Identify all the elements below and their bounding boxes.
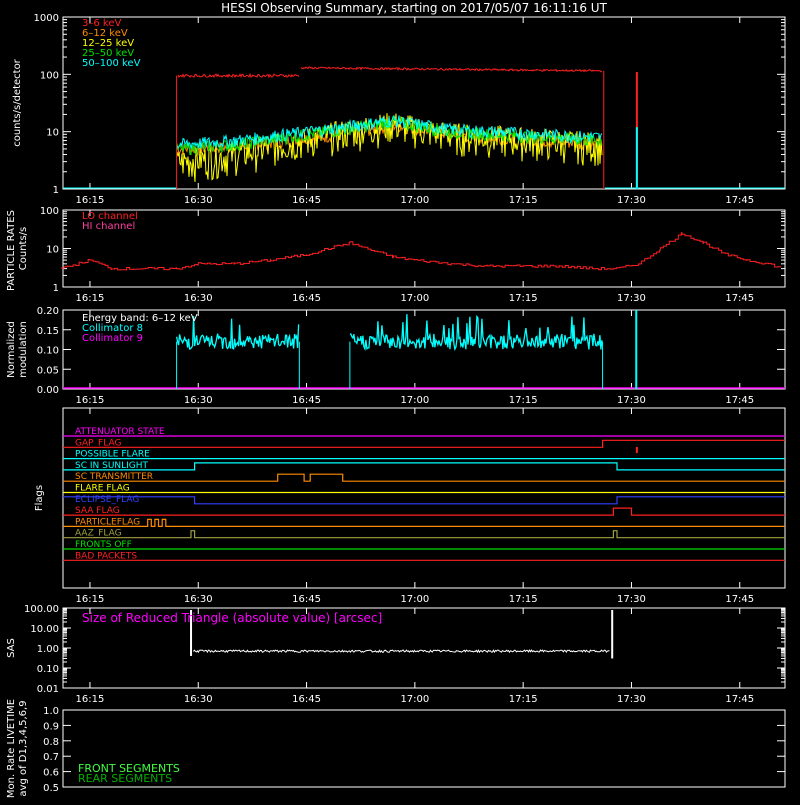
sas-ytick-label: 100.00 (24, 604, 59, 615)
livetime-ytick-label: 0.5 (43, 783, 59, 794)
livetime-legend-rear: REAR SEGMENTS (78, 772, 172, 785)
counts-ytick-label: 100 (40, 70, 59, 81)
sas-ylabel: SAS (6, 638, 17, 658)
modulation-xtick-label: 17:00 (400, 395, 429, 406)
particle-legend-item: HI channel (82, 221, 135, 232)
flags-xtick-label: 16:30 (184, 594, 213, 605)
sas-xtick-label: 16:45 (292, 694, 321, 705)
livetime-ytick-label: 0.9 (43, 721, 59, 732)
particle-xtick-label: 16:30 (184, 293, 213, 304)
flags-xtick-label: 17:15 (509, 594, 538, 605)
particle-xtick-label: 16:45 (292, 293, 321, 304)
sas-xtick-label: 17:00 (400, 694, 429, 705)
livetime-ytick-label: 0.6 (43, 768, 59, 779)
livetime-ytick-label: 0.7 (43, 752, 59, 763)
livetime-ylabel2: avg of D1,3,4,5,6,9 (18, 700, 29, 796)
particle-ylabel2: Counts/s (18, 227, 29, 271)
particle-xtick-label: 17:30 (617, 293, 646, 304)
modulation-ylabel: Normalized (6, 321, 17, 378)
counts-xtick-label: 16:45 (292, 195, 321, 206)
particle-ylabel: PARTICLE RATES (6, 210, 17, 291)
flags-xtick-label: 16:15 (76, 594, 105, 605)
flags-ylabel: Flags (34, 485, 45, 511)
sas-ytick-label: 10.00 (30, 624, 59, 635)
counts-xtick-label: 17:00 (400, 195, 429, 206)
modulation-xtick-label: 17:45 (725, 395, 754, 406)
modulation-ytick-label: 0.15 (37, 326, 59, 337)
counts-ytick-label: 1000 (34, 13, 59, 24)
sas-legend: Size of Reduced Triangle (absolute value… (82, 611, 382, 625)
counts-xtick-label: 17:30 (617, 195, 646, 206)
particle-xtick-label: 17:45 (725, 293, 754, 304)
sas-xtick-label: 17:30 (617, 694, 646, 705)
counts-xtick-label: 17:15 (509, 195, 538, 206)
counts-legend-item: 50–100 keV (82, 58, 141, 69)
particle-xtick-label: 17:15 (509, 293, 538, 304)
livetime-ylabel: Mon. Rate LIVETIME (6, 699, 17, 798)
modulation-ytick-label: 0.10 (37, 346, 59, 357)
modulation-xtick-label: 16:45 (292, 395, 321, 406)
counts-ylabel: counts/s/detector (12, 58, 23, 146)
particle-ytick-label: 10 (46, 245, 59, 256)
sas-xtick-label: 17:15 (509, 694, 538, 705)
modulation-xtick-label: 16:15 (76, 395, 105, 406)
sas-ytick-label: 1.00 (37, 644, 59, 655)
flags-xtick-label: 17:30 (617, 594, 646, 605)
livetime-ytick-label: 0.8 (43, 737, 59, 748)
plot-title: HESSI Observing Summary, starting on 201… (221, 1, 607, 15)
particle-xtick-label: 17:00 (400, 293, 429, 304)
particle-ytick-label: 100 (40, 206, 59, 217)
modulation-ytick-label: 0.20 (37, 306, 59, 317)
counts-ytick-label: 1 (53, 185, 59, 196)
flags-xtick-label: 17:00 (400, 594, 429, 605)
hessi-summary-plot: HESSI Observing Summary, starting on 201… (0, 0, 800, 800)
livetime-ytick-label: 1.0 (43, 706, 59, 717)
sas-ytick-label: 0.01 (37, 684, 59, 695)
modulation-xtick-label: 16:30 (184, 395, 213, 406)
sas-xtick-label: 17:45 (725, 694, 754, 705)
counts-xtick-label: 16:30 (184, 195, 213, 206)
modulation-ytick-label: 0.00 (37, 385, 59, 396)
sas-ytick-label: 0.10 (37, 664, 59, 675)
modulation-xtick-label: 17:15 (509, 395, 538, 406)
counts-ytick-label: 10 (46, 128, 59, 139)
sas-xtick-label: 16:30 (184, 694, 213, 705)
particle-ytick-label: 1 (53, 283, 59, 294)
flags-xtick-label: 16:45 (292, 594, 321, 605)
flags-xtick-label: 17:45 (725, 594, 754, 605)
counts-xtick-label: 16:15 (76, 195, 105, 206)
plot-canvas: HESSI Observing Summary, starting on 201… (0, 0, 800, 800)
modulation-ytick-label: 0.05 (37, 365, 59, 376)
sas-xtick-label: 16:15 (76, 694, 105, 705)
counts-xtick-label: 17:45 (725, 195, 754, 206)
modulation-xtick-label: 17:30 (617, 395, 646, 406)
modulation-ylabel2: modulation (18, 321, 29, 378)
particle-xtick-label: 16:15 (76, 293, 105, 304)
modulation-legend-item: Collimator 9 (82, 333, 143, 344)
